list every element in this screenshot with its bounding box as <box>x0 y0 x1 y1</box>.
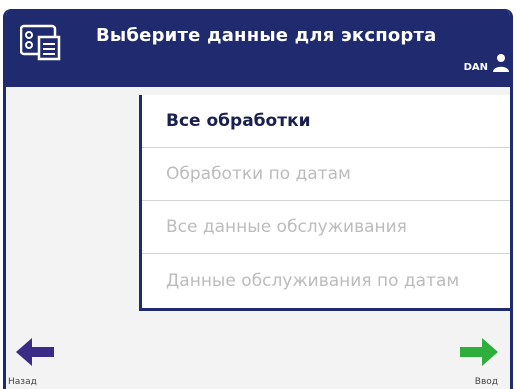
option-label: Все данные обслуживания <box>166 217 407 237</box>
enter-button[interactable]: Ввод <box>450 335 510 389</box>
option-label: Данные обслуживания по датам <box>166 270 460 291</box>
option-label: Обработки по датам <box>166 164 351 184</box>
option-treatments-by-date[interactable]: Обработки по датам <box>142 148 510 201</box>
option-service-data-by-date[interactable]: Данные обслуживания по датам <box>142 254 510 307</box>
content-area: Все обработки Обработки по датам Все дан… <box>6 87 510 389</box>
enter-label: Ввод <box>474 377 498 387</box>
header-bar: Выберите данные для экспорта DAN <box>6 9 510 87</box>
back-label: Назад <box>8 377 37 387</box>
back-button[interactable]: Назад <box>6 335 66 389</box>
user-icon <box>493 54 509 72</box>
user-name: DAN <box>463 62 488 73</box>
arrow-right-icon <box>460 338 498 366</box>
option-label: Все обработки <box>166 111 311 131</box>
option-all-service-data[interactable]: Все данные обслуживания <box>142 201 510 254</box>
export-data-icon <box>20 24 61 61</box>
app-window: Выберите данные для экспорта DAN Все обр… <box>3 9 513 389</box>
user-indicator: DAN <box>464 53 510 73</box>
option-all-treatments[interactable]: Все обработки <box>142 95 510 148</box>
page-title: Выберите данные для экспорта <box>96 25 437 46</box>
export-options-list: Все обработки Обработки по датам Все дан… <box>139 95 510 311</box>
arrow-left-icon <box>16 338 54 366</box>
